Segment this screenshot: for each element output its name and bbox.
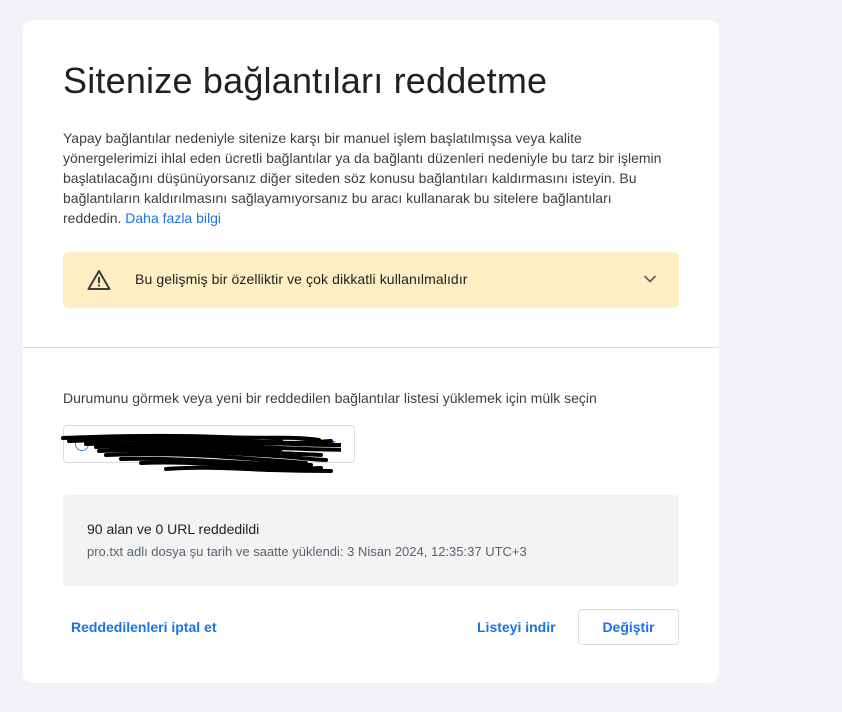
download-list-button[interactable]: Listeyi indir	[477, 619, 556, 635]
chevron-down-icon[interactable]	[643, 272, 657, 286]
dropdown-caret-icon	[326, 441, 336, 446]
warning-icon	[87, 270, 111, 290]
section-divider	[23, 347, 719, 348]
warning-banner[interactable]: Bu gelişmiş bir özelliktir ve çok dikkat…	[63, 252, 679, 308]
disavow-status-box: 90 alan ve 0 URL reddedildi pro.txt adlı…	[63, 495, 679, 586]
property-select-label: Durumunu görmek veya yeni bir reddedilen…	[63, 390, 597, 406]
globe-icon	[75, 437, 89, 451]
cancel-disavow-button[interactable]: Reddedilenleri iptal et	[71, 619, 216, 635]
disavow-card: Sitenize bağlantıları reddetme Yapay bağ…	[23, 20, 719, 683]
change-button[interactable]: Değiştir	[578, 609, 679, 645]
page-title: Sitenize bağlantıları reddetme	[63, 60, 548, 101]
disavow-summary: 90 alan ve 0 URL reddedildi	[87, 521, 260, 537]
page-description: Yapay bağlantılar nedeniyle sitenize kar…	[63, 128, 663, 228]
upload-detail: pro.txt adlı dosya şu tarih ve saatte yü…	[87, 544, 527, 559]
warning-text: Bu gelişmiş bir özelliktir ve çok dikkat…	[135, 271, 468, 287]
learn-more-link[interactable]: Daha fazla bilgi	[125, 210, 221, 226]
property-selector[interactable]	[63, 425, 355, 463]
